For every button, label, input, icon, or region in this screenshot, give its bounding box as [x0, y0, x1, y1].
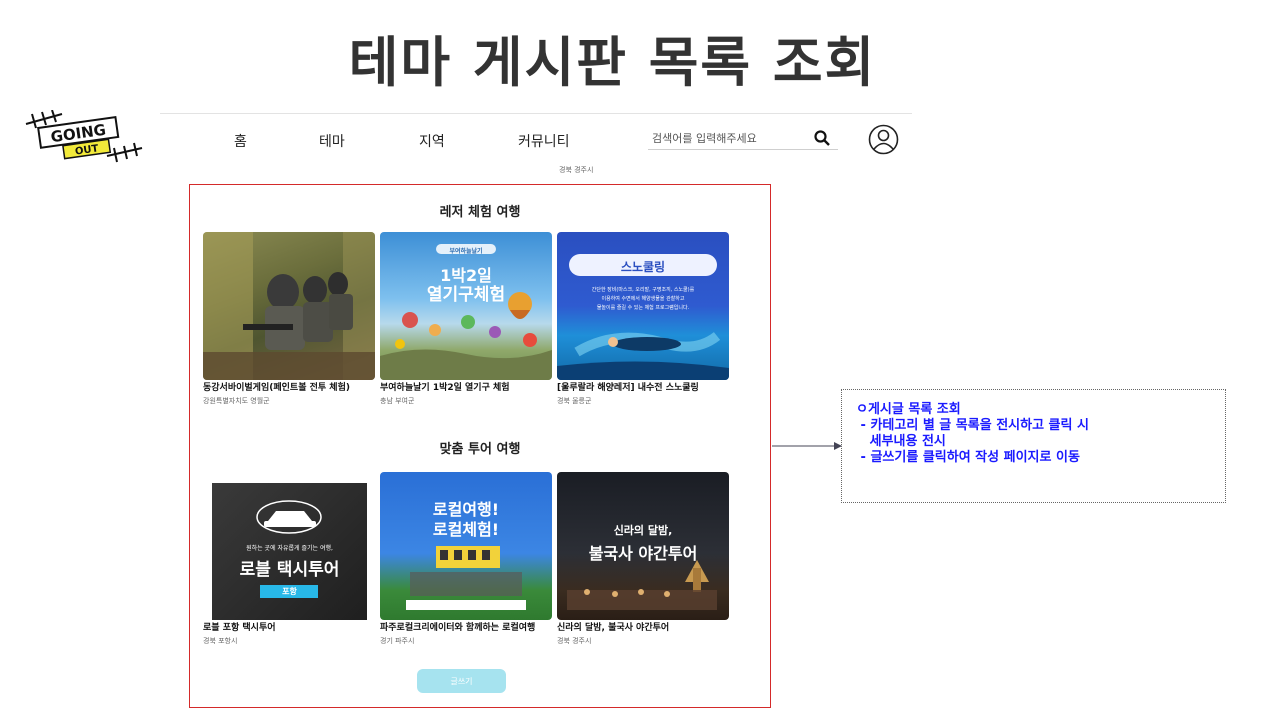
- post-card[interactable]: 동강서바이벌게임(페인트볼 전투 체험) 강원특별자치도 영월군: [203, 232, 375, 406]
- thumb-desc: 이용하여 수면에서 해양생물을 관찰하고: [601, 296, 685, 302]
- thumb-headline: 로블 택시투어: [239, 560, 340, 580]
- post-title[interactable]: 동강서바이벌게임(페인트볼 전투 체험): [203, 383, 375, 394]
- nav-theme[interactable]: 테마: [319, 131, 345, 151]
- post-location: 경북 울릉군: [557, 397, 592, 405]
- thumb-headline: 신라의 달밤,: [613, 524, 673, 537]
- annotation-line: - 글쓰기를 클릭하여 작성 페이지로 이동: [856, 450, 1080, 465]
- nav-home[interactable]: 홈: [234, 131, 247, 151]
- post-location: 경북 포항시: [203, 637, 238, 645]
- post-location: 경기 파주시: [380, 637, 415, 645]
- thumb-caption: 부여하늘날기: [449, 248, 483, 255]
- post-thumbnail[interactable]: [203, 232, 375, 380]
- search-input[interactable]: [648, 126, 808, 150]
- post-card[interactable]: 부여하늘날기 1박2일 열기구체험 부여하늘날기 1박2일 열기구 체험 충남 …: [380, 232, 552, 406]
- going-out-logo[interactable]: GOING OUT: [22, 110, 147, 168]
- post-thumbnail[interactable]: 부여하늘날기 1박2일 열기구체험: [380, 232, 552, 380]
- post-thumbnail[interactable]: 스노쿨링 간단한 장비(마스크, 오리발, 구명조끼, 스노쿨)를 이용하여 수…: [557, 232, 729, 380]
- location-tag: 경북 경주시: [559, 166, 594, 174]
- post-title[interactable]: 파주로컬크리에이터와 함께하는 로컬여행: [380, 623, 552, 634]
- post-location: 경북 경주시: [557, 637, 592, 645]
- thumb-sub: 원하는 곳에 자유롭게 즐기는 여행,: [246, 545, 333, 552]
- thumb-headline: 열기구체험: [426, 285, 506, 305]
- thumb-headline: 불국사 야간투어: [588, 544, 698, 563]
- thumb-headline: 로컬체험!: [432, 520, 500, 539]
- slide-title: 테마 게시판 목록 조회: [348, 31, 877, 94]
- post-card[interactable]: 스노쿨링 간단한 장비(마스크, 오리발, 구명조끼, 스노쿨)를 이용하여 수…: [557, 232, 729, 406]
- nav-region[interactable]: 지역: [419, 131, 445, 151]
- search-bar: [648, 126, 838, 150]
- annotation-arrow: [772, 442, 842, 450]
- post-title[interactable]: 로블 포항 택시투어: [203, 623, 375, 634]
- post-thumbnail[interactable]: 원하는 곳에 자유롭게 즐기는 여행, 로블 택시투어 포항: [203, 472, 375, 620]
- post-card[interactable]: 로컬여행! 로컬체험! 파주로컬크리에이터와 함께하는 로컬여행 경기 파주시: [380, 472, 552, 646]
- thumb-desc: 물놀이를 즐길 수 있는 체험 프로그램입니다.: [596, 305, 690, 311]
- nav-community[interactable]: 커뮤니티: [518, 131, 570, 151]
- header-divider: [160, 113, 912, 114]
- post-thumbnail[interactable]: 로컬여행! 로컬체험!: [380, 472, 552, 620]
- logo-text-out: OUT: [74, 143, 99, 157]
- post-card[interactable]: 신라의 달밤, 불국사 야간투어 신라의 달밤, 불국사 야간투어 경북 경주시: [557, 472, 729, 646]
- post-location: 충남 부여군: [380, 397, 415, 405]
- write-post-button[interactable]: 글쓰기: [417, 669, 506, 693]
- search-icon[interactable]: [813, 129, 831, 147]
- user-profile-icon[interactable]: [868, 124, 899, 155]
- board-list-frame: 레저 체험 여행 동강서바이벌게임(페인트볼 전투 체험) 강원특별자치도 영월…: [189, 184, 771, 708]
- annotation-line: ㅇ게시글 목록 조회: [856, 402, 961, 417]
- post-thumbnail[interactable]: 신라의 달밤, 불국사 야간투어: [557, 472, 729, 620]
- post-title[interactable]: 부여하늘날기 1박2일 열기구 체험: [380, 383, 552, 394]
- thumb-banner: 스노쿨링: [620, 260, 666, 274]
- post-location: 강원특별자치도 영월군: [203, 397, 270, 405]
- post-card[interactable]: 원하는 곳에 자유롭게 즐기는 여행, 로블 택시투어 포항 로블 포항 택시투…: [203, 472, 375, 646]
- section-title-leisure: 레저 체험 여행: [439, 205, 521, 220]
- thumb-tag: 포항: [282, 587, 297, 596]
- post-title[interactable]: [울루랄라 해양레저] 내수전 스노쿨링: [557, 383, 729, 394]
- post-title[interactable]: 신라의 달밤, 불국사 야간투어: [557, 623, 729, 634]
- thumb-desc: 간단한 장비(마스크, 오리발, 구명조끼, 스노쿨)를: [591, 287, 695, 293]
- section-title-tour: 맞춤 투어 여행: [439, 442, 521, 457]
- annotation-line: 세부내용 전시: [856, 434, 946, 449]
- annotation-box: ㅇ게시글 목록 조회 - 카테고리 별 글 목록을 전시하고 클릭 시 세부내용…: [841, 389, 1226, 503]
- annotation-line: - 카테고리 별 글 목록을 전시하고 클릭 시: [856, 418, 1089, 433]
